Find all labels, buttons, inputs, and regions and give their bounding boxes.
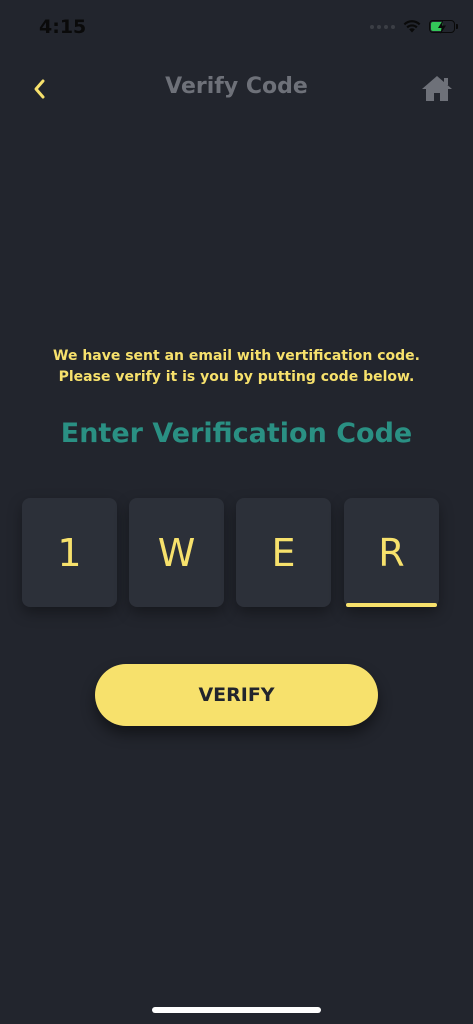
code-input-row: 1 W E R [22,498,439,607]
page-title: Verify Code [165,74,308,99]
status-time: 4:15 [39,16,87,38]
instruction-message: We have sent an email with vertification… [53,348,420,385]
verification-title: Enter Verification Code [60,418,413,449]
home-button[interactable] [419,72,455,104]
code-digit-1[interactable]: 1 [22,498,117,607]
status-bar: 4:15 [0,0,473,56]
wifi-icon [403,20,421,33]
code-digit-2[interactable]: W [129,498,224,607]
verify-code-screen: 4:15 Verify Code We have sent an email w… [0,0,473,1024]
status-icons [370,20,458,34]
verify-button[interactable]: VERIFY [95,664,378,726]
nav-bar: Verify Code [0,60,473,116]
code-digit-4[interactable]: R [344,498,439,607]
home-icon [422,76,452,101]
battery-icon [429,20,458,34]
code-digit-3[interactable]: E [236,498,331,607]
signal-icon [370,24,395,29]
home-indicator [152,1007,321,1013]
